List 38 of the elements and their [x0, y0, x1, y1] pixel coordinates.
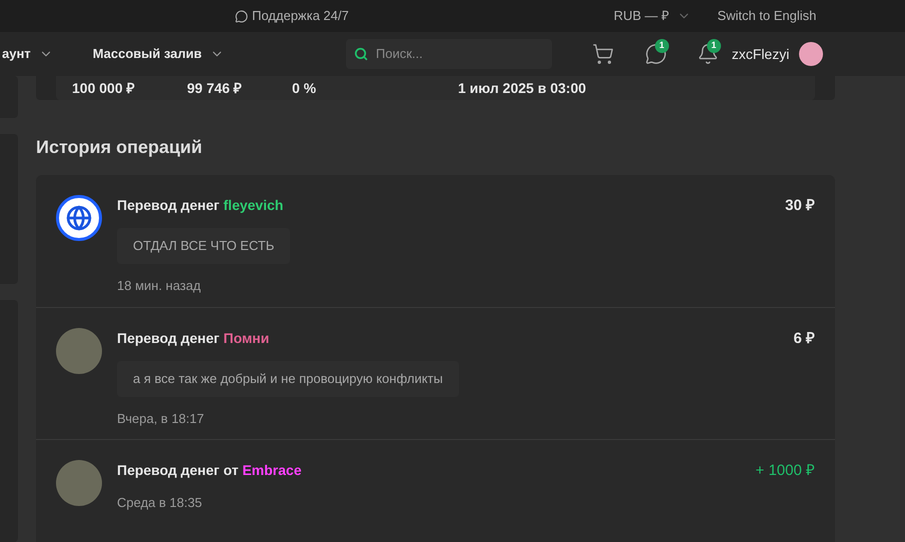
operation-title: Перевод денег от Embrace [117, 461, 302, 480]
search-icon [354, 46, 368, 62]
stat-value: 0 % [292, 78, 318, 98]
currency-select[interactable]: RUB — ₽ [614, 6, 692, 26]
stat-value: 99 746 ₽ [187, 78, 243, 98]
username[interactable]: zxcFlezyi [732, 44, 790, 64]
stat-value: 100 000 ₽ [72, 78, 136, 98]
operation-title: Перевод денег Помни [117, 329, 270, 348]
avatar-photo [56, 328, 102, 374]
comment-bubble: ОТДАЛ ВСЕ ЧТО ЕСТЬ [117, 228, 290, 264]
operation-amount: + 1000 ₽ [756, 461, 815, 481]
cart-icon[interactable] [592, 43, 614, 65]
stat-value: 1 июл 2025 в 03:00 [458, 78, 586, 98]
operation-time: 18 мин. назад [117, 276, 201, 295]
nav-menu-item[interactable]: аунт [2, 44, 53, 64]
bell-icon[interactable] [696, 43, 719, 65]
chat-icon [235, 10, 248, 22]
operation-time: Вчера, в 18:17 [117, 410, 204, 428]
support-link[interactable]: Поддержка 24/7 [235, 6, 349, 26]
operation-row[interactable]: Перевод денег Помни а я все так же добрый и не провоцирую конфликты Вчера, в 18:17 6 ₽ [36, 307, 835, 439]
avatar-photo [56, 460, 102, 506]
operation-amount: 30 ₽ [785, 196, 815, 216]
operation-amount: 6 ₽ [793, 329, 815, 349]
operation-time: Среда в 18:35 [117, 494, 202, 512]
search-field[interactable]: Поиск... [376, 44, 544, 64]
comment-bubble: а я все так же добрый и не провоцирую конфликты [117, 361, 459, 396]
operation-row[interactable]: Перевод денег fleyevich ОТДАЛ ВСЕ ЧТО ЕСТЬ 18 мин. назад 30 ₽ [36, 175, 835, 307]
language-link[interactable]: Switch to English [717, 6, 816, 26]
operation-row[interactable]: Перевод денег от Embrace Среда в 18:35 + 1000 ₽ [36, 439, 835, 542]
nav-menu-item[interactable]: Массовый залив [92, 44, 224, 64]
section-title: История операций [36, 136, 204, 159]
search-bar[interactable]: Поиск... [346, 39, 552, 69]
messages-icon[interactable] [644, 43, 667, 65]
user-avatar[interactable] [799, 42, 824, 66]
notification-badge: 1 [654, 39, 669, 53]
notification-badge: 1 [706, 39, 721, 53]
operation-title: Перевод денег fleyevich [117, 196, 284, 215]
globe-avatar [56, 195, 102, 241]
